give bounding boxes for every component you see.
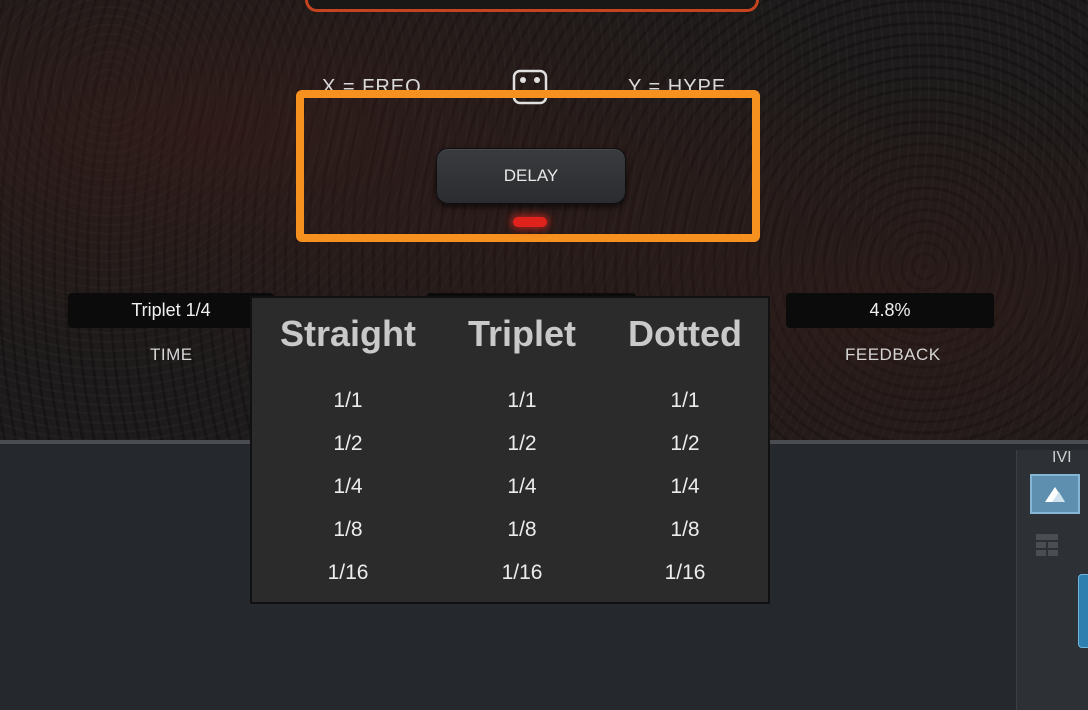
triplet-item-1-2[interactable]: 1/2 xyxy=(444,422,600,465)
time-division-dropdown: Straight 1/1 1/2 1/4 1/8 1/16 Triplet 1/… xyxy=(250,296,770,604)
straight-item-1-2[interactable]: 1/2 xyxy=(252,422,444,465)
delay-led-indicator xyxy=(513,217,547,227)
triplet-header: Triplet xyxy=(467,313,577,354)
top-display-frame xyxy=(305,0,759,12)
feedback-label: FEEDBACK xyxy=(845,345,941,364)
straight-column: Straight 1/1 1/2 1/4 1/8 1/16 xyxy=(252,310,444,594)
triplet-item-1-4[interactable]: 1/4 xyxy=(444,465,600,508)
dotted-header: Dotted xyxy=(628,313,742,354)
triplet-item-1-8[interactable]: 1/8 xyxy=(444,508,600,551)
triplet-item-1-16[interactable]: 1/16 xyxy=(444,551,600,594)
triplet-column: Triplet 1/1 1/2 1/4 1/8 1/16 xyxy=(444,310,600,594)
dotted-item-1-4[interactable]: 1/4 xyxy=(600,465,770,508)
sidebar-label: IVI xyxy=(1052,449,1072,466)
delay-button[interactable]: DELAY xyxy=(436,148,626,204)
grid-icon[interactable] xyxy=(1035,533,1059,557)
feedback-value-field[interactable]: 4.8% xyxy=(786,293,994,328)
side-tab[interactable] xyxy=(1078,574,1088,648)
triplet-item-1-1[interactable]: 1/1 xyxy=(444,379,600,422)
mountain-icon xyxy=(1045,487,1065,502)
straight-item-1-8[interactable]: 1/8 xyxy=(252,508,444,551)
time-label: TIME xyxy=(150,345,193,364)
mountain-icon-button[interactable] xyxy=(1030,474,1080,514)
dotted-item-1-2[interactable]: 1/2 xyxy=(600,422,770,465)
straight-item-1-1[interactable]: 1/1 xyxy=(252,379,444,422)
dotted-item-1-1[interactable]: 1/1 xyxy=(600,379,770,422)
straight-header: Straight xyxy=(279,313,416,354)
time-value-field[interactable]: Triplet 1/4 xyxy=(68,293,274,328)
dotted-item-1-16[interactable]: 1/16 xyxy=(600,551,770,594)
straight-item-1-16[interactable]: 1/16 xyxy=(252,551,444,594)
dotted-column: Dotted 1/1 1/2 1/4 1/8 1/16 xyxy=(600,310,770,594)
straight-item-1-4[interactable]: 1/4 xyxy=(252,465,444,508)
dotted-item-1-8[interactable]: 1/8 xyxy=(600,508,770,551)
